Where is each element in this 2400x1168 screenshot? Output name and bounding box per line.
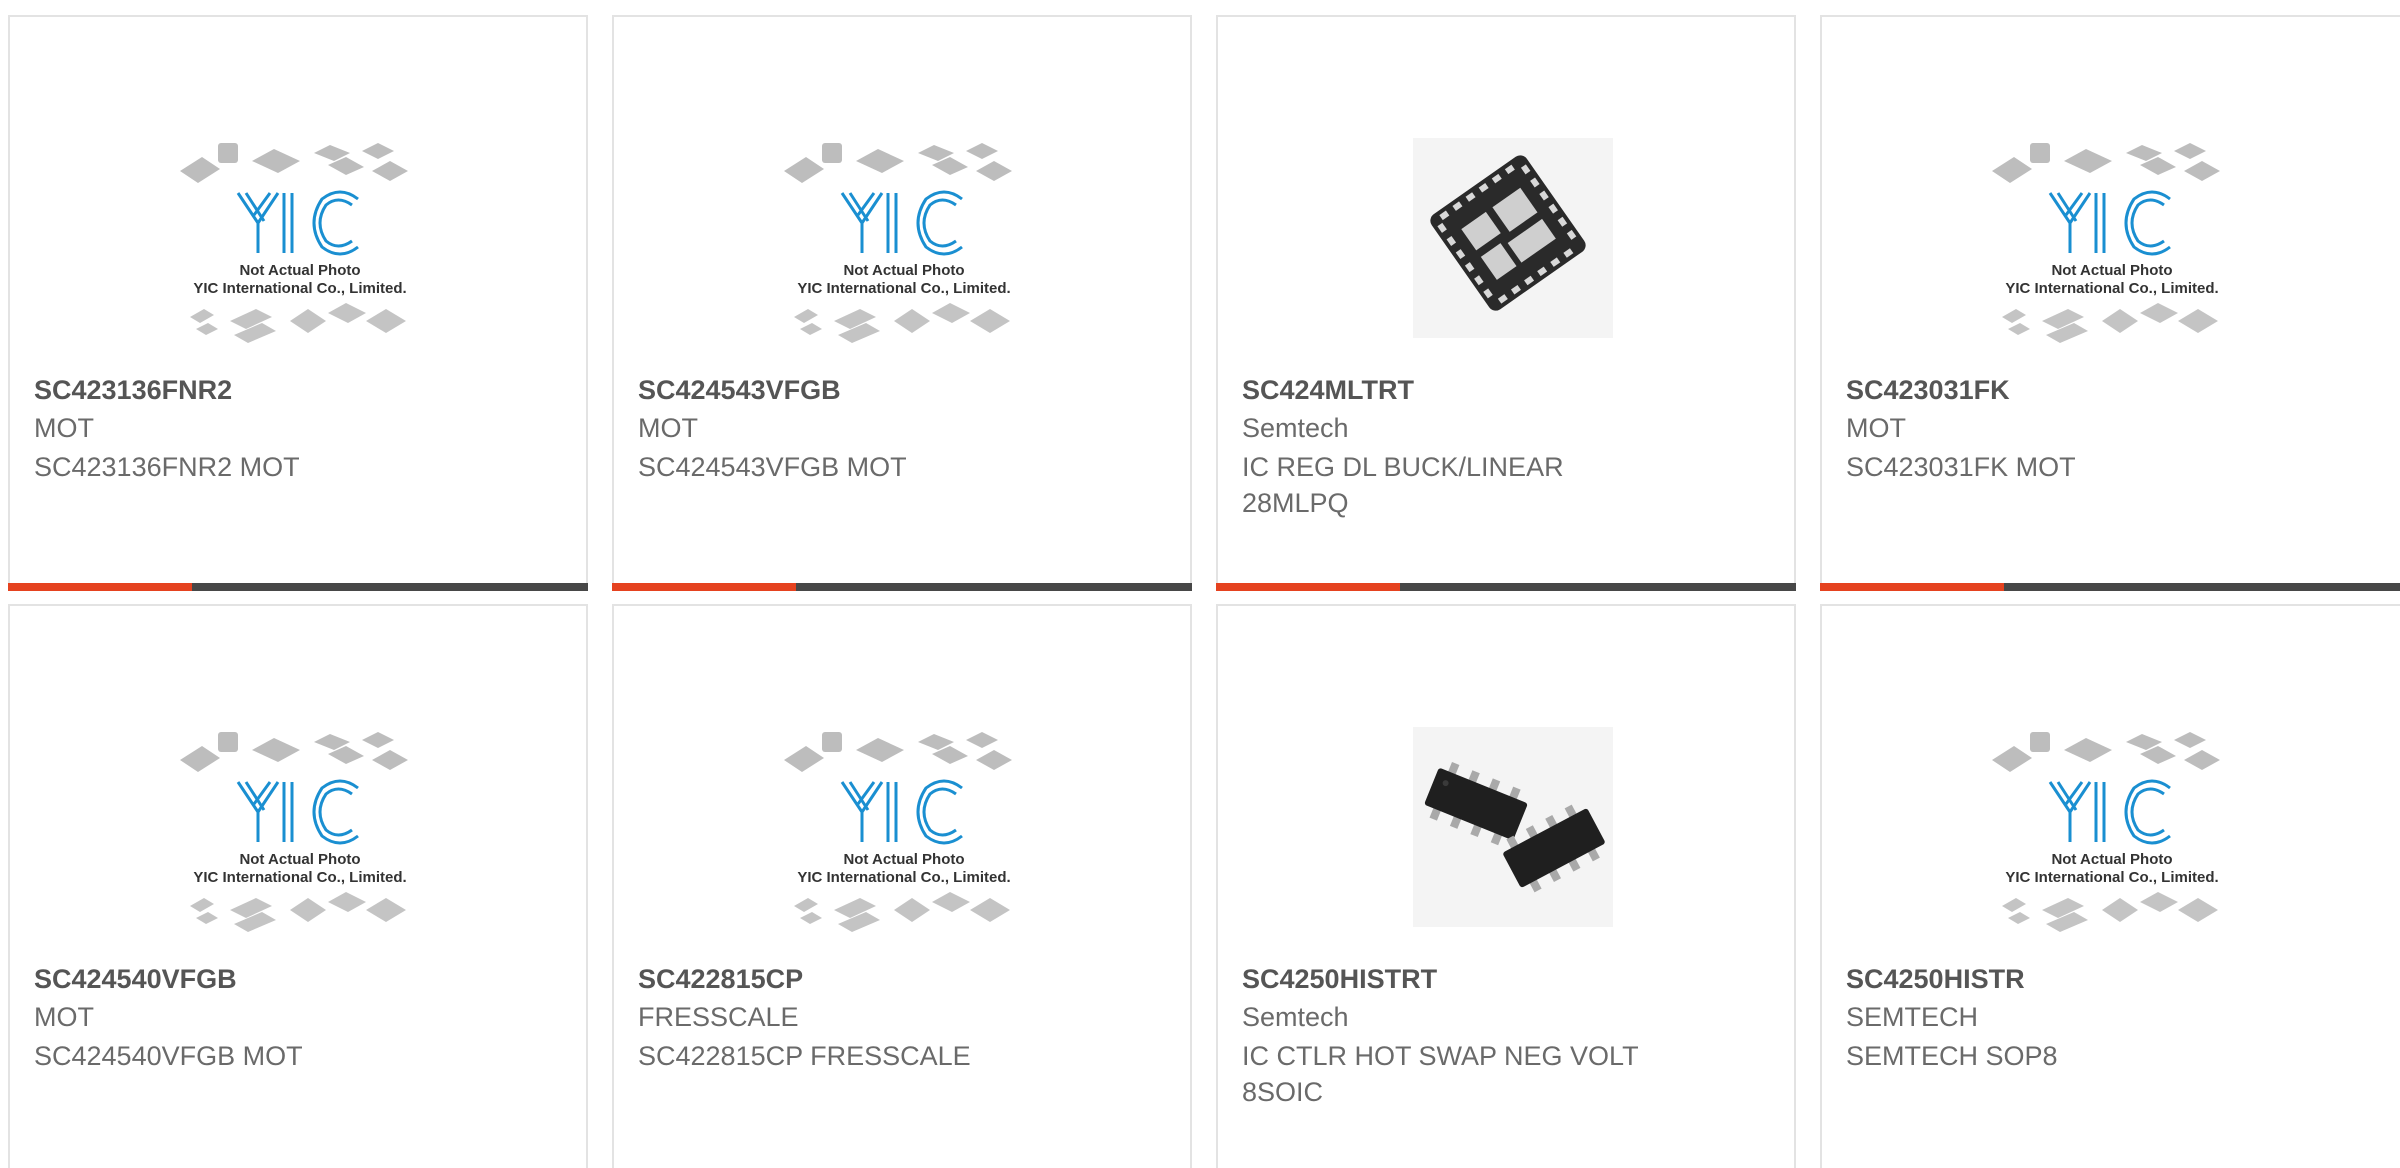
placeholder-line2: YIC International Co., Limited. [193,869,406,886]
product-part-number: SC4250HISTRT [1242,964,1438,994]
product-description: IC CTLR HOT SWAP NEG VOLT 8SOIC [1242,1041,1639,1107]
product-description: SC423136FNR2 MOT [34,452,300,482]
product-brand: MOT [34,413,94,443]
card-divider-accent [612,583,796,591]
product-part-number: SC422815CP [638,964,804,994]
product-description: SC424540VFGB MOT [34,1041,303,1071]
placeholder-line1: Not Actual Photo [2051,851,2172,868]
placeholder-line2: YIC International Co., Limited. [2005,280,2218,297]
product-brand: Semtech [1242,1002,1349,1032]
product-card[interactable]: SC424MLTRT Semtech IC REG DL BUCK/LINEAR… [1216,15,1796,591]
product-grid: Not Actual Photo YIC International Co., … [0,0,2400,1168]
card-divider-accent [1820,583,2004,591]
product-part-number: SC424MLTRT [1242,375,1415,405]
product-card[interactable]: Not Actual Photo YIC International Co., … [1820,604,2400,1168]
card-divider [612,583,1192,591]
placeholder-line1: Not Actual Photo [2051,262,2172,279]
product-brand: MOT [1846,413,1906,443]
product-description: SC423031FK MOT [1846,452,2076,482]
product-card[interactable]: Not Actual Photo YIC International Co., … [8,604,588,1168]
product-card[interactable]: Not Actual Photo YIC International Co., … [612,604,1192,1168]
placeholder-line1: Not Actual Photo [843,262,964,279]
product-part-number: SC423136FNR2 [34,375,233,405]
card-divider [1216,583,1796,591]
placeholder-line2: YIC International Co., Limited. [2005,869,2218,886]
card-divider-accent [8,583,192,591]
product-brand: SEMTECH [1846,1002,1979,1032]
product-card[interactable]: Not Actual Photo YIC International Co., … [1820,15,2400,591]
placeholder-icon: Not Actual Photo YIC International Co., … [1962,692,2262,962]
placeholder-icon: Not Actual Photo YIC International Co., … [754,692,1054,962]
placeholder-line2: YIC International Co., Limited. [797,280,1010,297]
qfn-chip-icon [1358,103,1658,373]
product-card[interactable]: Not Actual Photo YIC International Co., … [8,15,588,591]
product-brand: Semtech [1242,413,1349,443]
product-part-number: SC424540VFGB [34,964,237,994]
product-brand: MOT [638,413,698,443]
card-divider-accent [1216,583,1400,591]
soic8-chip-icon [1358,692,1658,962]
placeholder-line1: Not Actual Photo [239,851,360,868]
product-part-number: SC4250HISTR [1846,964,2025,994]
product-brand: MOT [34,1002,94,1032]
product-brand: FRESSCALE [638,1002,799,1032]
product-card[interactable]: SC4250HISTRT Semtech IC CTLR HOT SWAP NE… [1216,604,1796,1168]
product-part-number: SC423031FK [1846,375,2010,405]
placeholder-icon: Not Actual Photo YIC International Co., … [1962,103,2262,373]
product-part-number: SC424543VFGB [638,375,841,405]
product-description: SC424543VFGB MOT [638,452,907,482]
placeholder-icon: Not Actual Photo YIC International Co., … [754,103,1054,373]
placeholder-line2: YIC International Co., Limited. [193,280,406,297]
placeholder-icon: Not Actual Photo YIC International Co., … [150,103,450,373]
product-description: SEMTECH SOP8 [1846,1041,2058,1071]
product-description: IC REG DL BUCK/LINEAR 28MLPQ [1242,452,1564,518]
placeholder-line1: Not Actual Photo [843,851,964,868]
placeholder-line1: Not Actual Photo [239,262,360,279]
placeholder-icon: Not Actual Photo YIC International Co., … [150,692,450,962]
card-divider [8,583,588,591]
placeholder-line2: YIC International Co., Limited. [797,869,1010,886]
product-description: SC422815CP FRESSCALE [638,1041,971,1071]
product-card[interactable]: Not Actual Photo YIC International Co., … [612,15,1192,591]
card-divider [1820,583,2400,591]
